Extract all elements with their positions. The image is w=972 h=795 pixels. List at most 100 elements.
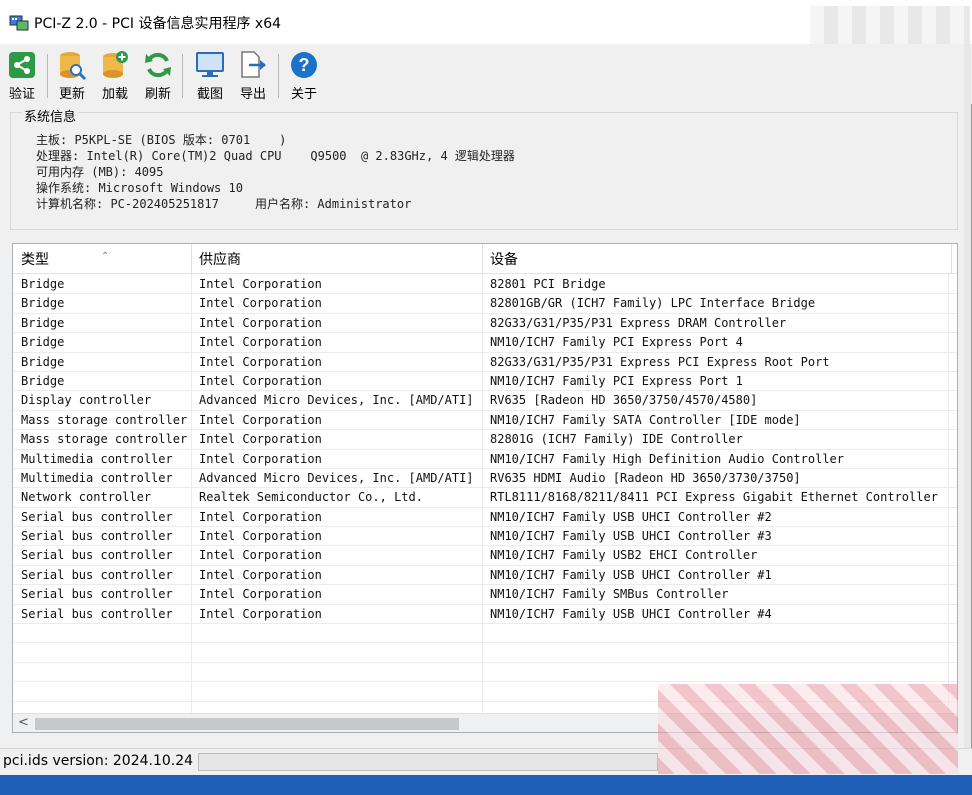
table-row[interactable]: Bridge Intel Corporation NM10/ICH7 Family …: [13, 333, 957, 353]
cell-type: Bridge: [21, 277, 65, 291]
table-row[interactable]: Bridge Intel Corporation 82G33/G31/P35/P31…: [13, 353, 957, 372]
load-button[interactable]: 加载: [95, 50, 135, 102]
database-search-icon: [60, 52, 87, 80]
cell-device: NM10/ICH7 Family USB UHCI Controller #3: [490, 529, 772, 544]
table-row[interactable]: Bridge Intel Corporation NM10/ICH7 Family …: [13, 372, 957, 392]
table-row[interactable]: Network controller Realtek Semiconductor …: [13, 488, 957, 508]
system-info-lines: 主板: P5KPL-SE (BIOS 版本: 0701 ) 处理器: Intel…: [36, 132, 515, 212]
pci-ids-version: pci.ids version: 2024.10.24: [3, 753, 194, 769]
cell-vendor: Intel Corporation: [199, 277, 322, 291]
title-bar[interactable]: PCI-Z 2.0 - PCI 设备信息实用程序 x64: [0, 0, 972, 46]
export-icon: [241, 51, 266, 78]
table-row[interactable]: [13, 624, 957, 644]
cell-device: NM10/ICH7 Family USB UHCI Controller #1: [490, 567, 772, 582]
screenshot-button[interactable]: 截图: [190, 50, 230, 102]
app-window: PCI-Z 2.0 - PCI 设备信息实用程序 x64 验证 更新 加载 刷新…: [0, 0, 972, 775]
cell-vendor: Intel Corporation: [199, 373, 322, 388]
toolbar-separator: [278, 54, 279, 98]
cell-device: 82801GB/GR (ICH7 Family) LPC Interface B…: [490, 296, 816, 311]
table-row[interactable]: Multimedia controller Advanced Micro Devi…: [13, 469, 957, 489]
cell-device: NM10/ICH7 Family USB UHCI Controller #2: [490, 509, 772, 524]
list-header: 类型 ⌃ 供应商 设备: [13, 244, 957, 274]
cell-vendor: Intel Corporation: [199, 315, 322, 330]
cell-vendor: Intel Corporation: [199, 354, 322, 369]
monitor-icon: [196, 52, 224, 77]
cell-type: Multimedia controller: [21, 470, 173, 485]
cell-vendor: Intel Corporation: [199, 335, 322, 350]
cell-device: 82G33/G31/P35/P31 Express DRAM Controlle…: [490, 315, 787, 330]
cell-vendor: Intel Corporation: [199, 451, 322, 466]
table-row[interactable]: Bridge Intel Corporation 82801 PCI Bridge: [13, 275, 957, 295]
help-icon: ?: [291, 52, 317, 78]
cell-vendor: Realtek Semiconductor Co., Ltd.: [199, 490, 423, 505]
column-header-device[interactable]: 设备: [482, 244, 952, 274]
table-row[interactable]: Serial bus controller Intel Corporation NM…: [13, 527, 957, 547]
column-header-type-label: 类型: [21, 252, 49, 268]
cell-vendor: Intel Corporation: [199, 548, 322, 563]
column-header-vendor[interactable]: 供应商: [191, 244, 483, 274]
column-header-type[interactable]: 类型 ⌃: [13, 244, 192, 274]
table-row[interactable]: Mass storage controller Intel Corporation…: [13, 430, 957, 450]
device-list[interactable]: 类型 ⌃ 供应商 设备 Bridge Intel Corporation 82801…: [12, 243, 958, 733]
update-button[interactable]: 更新: [52, 50, 92, 102]
table-row[interactable]: Serial bus controller Intel Corporation NM…: [13, 566, 957, 586]
cell-vendor: Intel Corporation: [199, 432, 322, 447]
table-row[interactable]: Bridge Intel Corporation 82801GB/GR (ICH7 …: [13, 294, 957, 314]
cell-device: NM10/ICH7 Family PCI Express Port 4: [490, 335, 743, 350]
cell-vendor: Intel Corporation: [199, 606, 322, 621]
table-row[interactable]: Display controller Advanced Micro Devices…: [13, 391, 957, 411]
cell-type: Network controller: [21, 490, 152, 505]
export-button[interactable]: 导出: [233, 50, 273, 102]
cell-device: NM10/ICH7 Family SATA Controller [IDE mo…: [490, 412, 801, 427]
table-row[interactable]: Mass storage controller Intel Corporation…: [13, 411, 957, 431]
table-row[interactable]: [13, 663, 957, 683]
update-label: 更新: [58, 87, 85, 102]
cell-device: NM10/ICH7 Family USB UHCI Controller #4: [490, 606, 772, 621]
column-header-vendor-label: 供应商: [199, 252, 241, 268]
list-rows: Bridge Intel Corporation 82801 PCI Bridge B…: [13, 275, 957, 702]
system-info-legend: 系统信息: [22, 106, 79, 125]
refresh-icon: [145, 52, 171, 78]
cell-vendor: Intel Corporation: [199, 587, 322, 602]
cell-device: 82801G (ICH7 Family) IDE Controller: [490, 432, 743, 447]
about-label: 关于: [290, 87, 317, 102]
window-edge: [964, 44, 971, 774]
cell-type: Bridge: [21, 354, 65, 369]
cell-type: Multimedia controller: [21, 451, 173, 466]
cell-vendor: Intel Corporation: [199, 412, 322, 427]
cell-type: Serial bus controller: [21, 529, 173, 544]
cell-vendor: Intel Corporation: [199, 509, 322, 524]
os-line: 操作系统: Microsoft Windows 10: [36, 181, 243, 195]
scroll-left-icon[interactable]: <: [18, 715, 29, 730]
memory-line: 可用内存 (MB): 4095: [36, 165, 164, 179]
window-title: PCI-Z 2.0 - PCI 设备信息实用程序 x64: [34, 16, 282, 32]
scrollbar-thumb[interactable]: [35, 718, 459, 730]
refresh-button[interactable]: 刷新: [138, 50, 178, 102]
verify-button[interactable]: 验证: [2, 50, 42, 102]
cell-type: Serial bus controller: [21, 587, 173, 602]
cell-type: Bridge: [21, 335, 65, 350]
verify-label: 验证: [8, 87, 35, 102]
load-label: 加载: [101, 87, 128, 102]
processor-line: 处理器: Intel(R) Core(TM)2 Quad CPU Q9500 @…: [36, 149, 515, 163]
watermark-obscured: [658, 684, 958, 774]
database-add-icon: [103, 51, 128, 78]
cell-device: RV635 HDMI Audio [Radeon HD 3650/3730/37…: [490, 470, 801, 485]
status-progress-bar: [198, 753, 658, 771]
cell-type: Bridge: [21, 373, 65, 388]
table-row[interactable]: Bridge Intel Corporation 82G33/G31/P35/P31…: [13, 314, 957, 334]
toolbar-separator: [47, 54, 48, 98]
motherboard-line: 主板: P5KPL-SE (BIOS 版本: 0701 ): [36, 133, 287, 147]
table-row[interactable]: Serial bus controller Intel Corporation NM…: [13, 605, 957, 625]
cell-vendor: Intel Corporation: [199, 567, 322, 582]
table-row[interactable]: Multimedia controller Intel Corporation NM…: [13, 450, 957, 469]
table-row[interactable]: Serial bus controller Intel Corporation NM…: [13, 546, 957, 566]
table-row[interactable]: Serial bus controller Intel Corporation NM…: [13, 585, 957, 605]
about-button[interactable]: ? 关于: [284, 50, 324, 102]
table-row[interactable]: Serial bus controller Intel Corporation NM…: [13, 508, 957, 528]
cell-vendor: Advanced Micro Devices, Inc. [AMD/ATI]: [199, 470, 474, 485]
column-header-device-label: 设备: [490, 252, 518, 268]
app-icon: [9, 15, 29, 31]
cell-type: Serial bus controller: [21, 606, 173, 621]
table-row[interactable]: [13, 643, 957, 663]
